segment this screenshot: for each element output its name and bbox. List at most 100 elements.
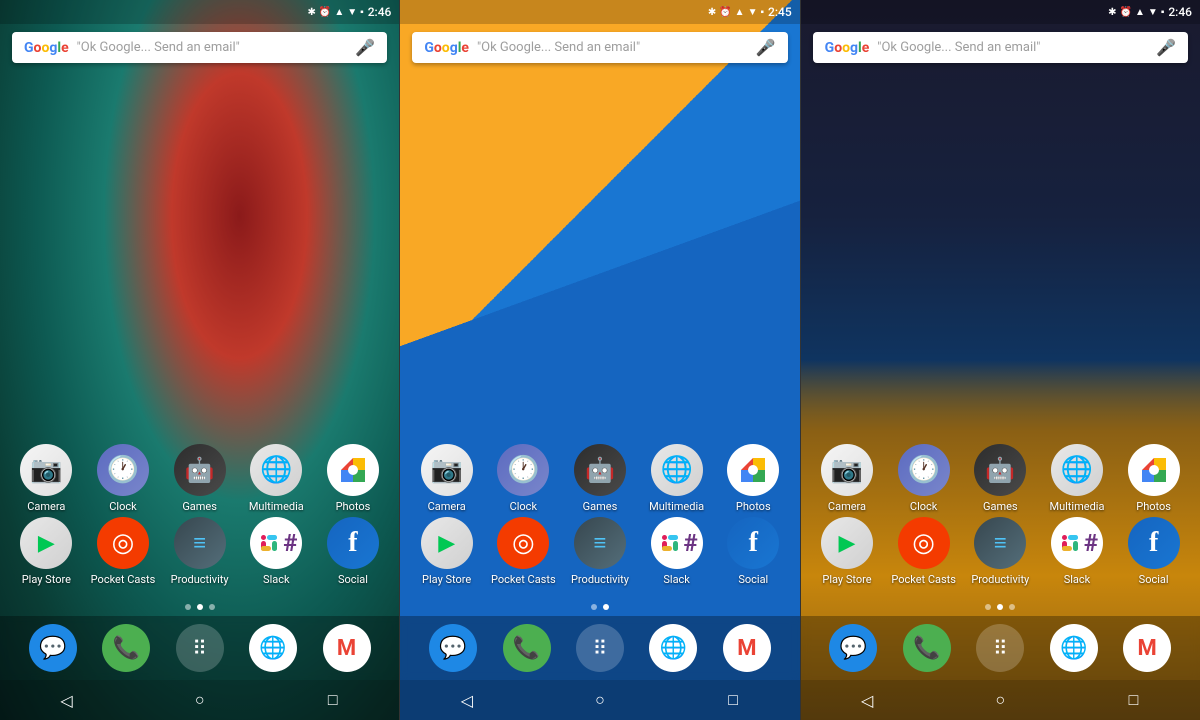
app-multimedia-2[interactable]: Multimedia bbox=[643, 444, 711, 513]
nav-home-3[interactable]: ○ bbox=[980, 680, 1020, 720]
app-grid-2: Camera Clock Games Multimedia bbox=[400, 331, 799, 599]
dock-phone-1[interactable] bbox=[102, 624, 150, 672]
app-clock-3[interactable]: Clock bbox=[890, 444, 958, 513]
nav-back-3[interactable]: ◁ bbox=[847, 680, 887, 720]
app-multimedia-3[interactable]: Multimedia bbox=[1043, 444, 1111, 513]
nav-recents-2[interactable]: □ bbox=[713, 680, 753, 720]
wifi-icon-2: ▼ bbox=[748, 7, 758, 18]
nav-back-2[interactable]: ◁ bbox=[447, 680, 487, 720]
photos-icon-1 bbox=[327, 444, 379, 496]
nav-recents-1[interactable]: □ bbox=[313, 680, 353, 720]
status-time-1: 2:46 bbox=[368, 5, 392, 19]
status-bar-3: ✱ ⏰ ▲ ▼ ▪ 2:46 bbox=[801, 0, 1200, 24]
slack-icon-1 bbox=[250, 517, 302, 569]
nav-home-1[interactable]: ○ bbox=[180, 680, 220, 720]
dock-gmail-2[interactable] bbox=[723, 624, 771, 672]
mic-icon-2[interactable]: 🎤 bbox=[756, 38, 776, 57]
dock-phone-3[interactable] bbox=[903, 624, 951, 672]
app-row-1-1: Camera Clock Games Multimedia bbox=[8, 444, 391, 513]
app-social-3[interactable]: Social bbox=[1120, 517, 1188, 586]
search-bar-2[interactable]: Google "Ok Google... Send an email" 🎤 bbox=[412, 32, 787, 63]
status-time-3: 2:46 bbox=[1168, 5, 1192, 19]
dot-3-2 bbox=[997, 604, 1003, 610]
app-productivity-1[interactable]: Productivity bbox=[166, 517, 234, 586]
dock-messages-3[interactable] bbox=[829, 624, 877, 672]
app-social-1[interactable]: Social bbox=[319, 517, 387, 586]
playstore-icon-3 bbox=[821, 517, 873, 569]
app-social-2[interactable]: Social bbox=[719, 517, 787, 586]
dock-apps-1[interactable] bbox=[176, 624, 224, 672]
app-photos-2[interactable]: Photos bbox=[719, 444, 787, 513]
mic-icon-1[interactable]: 🎤 bbox=[355, 38, 375, 57]
app-multimedia-1[interactable]: Multimedia bbox=[242, 444, 310, 513]
search-bar-3[interactable]: Google "Ok Google... Send an email" 🎤 bbox=[813, 32, 1188, 63]
games-label-3: Games bbox=[983, 500, 1018, 513]
photos-icon-2 bbox=[727, 444, 779, 496]
dock-phone-2[interactable] bbox=[503, 624, 551, 672]
app-slack-2[interactable]: Slack bbox=[643, 517, 711, 586]
productivity-icon-3 bbox=[974, 517, 1026, 569]
dock-chrome-1[interactable] bbox=[249, 624, 297, 672]
alarm-icon-3: ⏰ bbox=[1120, 7, 1132, 18]
mic-icon-3[interactable]: 🎤 bbox=[1156, 38, 1176, 57]
app-camera-1[interactable]: Camera bbox=[12, 444, 80, 513]
app-clock-1[interactable]: Clock bbox=[89, 444, 157, 513]
dock-2 bbox=[400, 616, 799, 680]
dock-messages-2[interactable] bbox=[429, 624, 477, 672]
dock-gmail-1[interactable] bbox=[323, 624, 371, 672]
nav-back-1[interactable]: ◁ bbox=[47, 680, 87, 720]
dock-apps-3[interactable] bbox=[976, 624, 1024, 672]
slack-label-2: Slack bbox=[663, 573, 690, 586]
app-playstore-2[interactable]: Play Store bbox=[413, 517, 481, 586]
app-camera-2[interactable]: Camera bbox=[413, 444, 481, 513]
app-photos-1[interactable]: Photos bbox=[319, 444, 387, 513]
battery-icon-3: ▪ bbox=[1161, 7, 1165, 18]
app-slack-1[interactable]: Slack bbox=[242, 517, 310, 586]
signal-icon-3: ▲ bbox=[1135, 7, 1145, 18]
dock-messages-1[interactable] bbox=[29, 624, 77, 672]
google-logo-3: Google bbox=[825, 40, 870, 56]
photos-label-3: Photos bbox=[1136, 500, 1171, 513]
multimedia-icon-2 bbox=[651, 444, 703, 496]
dock-chrome-2[interactable] bbox=[649, 624, 697, 672]
dot-3-1 bbox=[985, 604, 991, 610]
nav-recents-3[interactable]: □ bbox=[1113, 680, 1153, 720]
app-clock-2[interactable]: Clock bbox=[489, 444, 557, 513]
app-productivity-3[interactable]: Productivity bbox=[966, 517, 1034, 586]
slack-icon-2 bbox=[651, 517, 703, 569]
playstore-label-2: Play Store bbox=[422, 573, 471, 586]
app-productivity-2[interactable]: Productivity bbox=[566, 517, 634, 586]
clock-icon-2 bbox=[497, 444, 549, 496]
clock-icon-1 bbox=[97, 444, 149, 496]
dock-gmail-3[interactable] bbox=[1123, 624, 1171, 672]
app-camera-3[interactable]: Camera bbox=[813, 444, 881, 513]
app-row-2-1: Camera Clock Games Multimedia bbox=[408, 444, 791, 513]
status-bar-1: ✱ ⏰ ▲ ▼ ▪ 2:46 bbox=[0, 0, 399, 24]
social-label-1: Social bbox=[338, 573, 368, 586]
photos-svg-1 bbox=[337, 454, 369, 486]
app-playstore-1[interactable]: Play Store bbox=[12, 517, 80, 586]
slack-svg-1 bbox=[255, 529, 283, 557]
games-icon-3 bbox=[974, 444, 1026, 496]
bluetooth-icon-3: ✱ bbox=[1108, 7, 1116, 18]
app-photos-3[interactable]: Photos bbox=[1120, 444, 1188, 513]
app-row-1-2: Play Store Pocket Casts Productivity bbox=[8, 517, 391, 586]
nav-home-2[interactable]: ○ bbox=[580, 680, 620, 720]
games-icon-1 bbox=[174, 444, 226, 496]
dock-apps-2[interactable] bbox=[576, 624, 624, 672]
dock-chrome-3[interactable] bbox=[1050, 624, 1098, 672]
app-row-2-2: Play Store Pocket Casts Productivity bbox=[408, 517, 791, 586]
app-slack-3[interactable]: Slack bbox=[1043, 517, 1111, 586]
slack-icon-3 bbox=[1051, 517, 1103, 569]
app-playstore-3[interactable]: Play Store bbox=[813, 517, 881, 586]
app-games-3[interactable]: Games bbox=[966, 444, 1034, 513]
dock-3 bbox=[801, 616, 1200, 680]
bluetooth-icon-2: ✱ bbox=[708, 7, 716, 18]
app-pocketcasts-2[interactable]: Pocket Casts bbox=[489, 517, 557, 586]
app-games-2[interactable]: Games bbox=[566, 444, 634, 513]
app-pocketcasts-3[interactable]: Pocket Casts bbox=[890, 517, 958, 586]
camera-label-2: Camera bbox=[428, 500, 466, 513]
app-pocketcasts-1[interactable]: Pocket Casts bbox=[89, 517, 157, 586]
app-games-1[interactable]: Games bbox=[166, 444, 234, 513]
search-bar-1[interactable]: Google "Ok Google... Send an email" 🎤 bbox=[12, 32, 387, 63]
